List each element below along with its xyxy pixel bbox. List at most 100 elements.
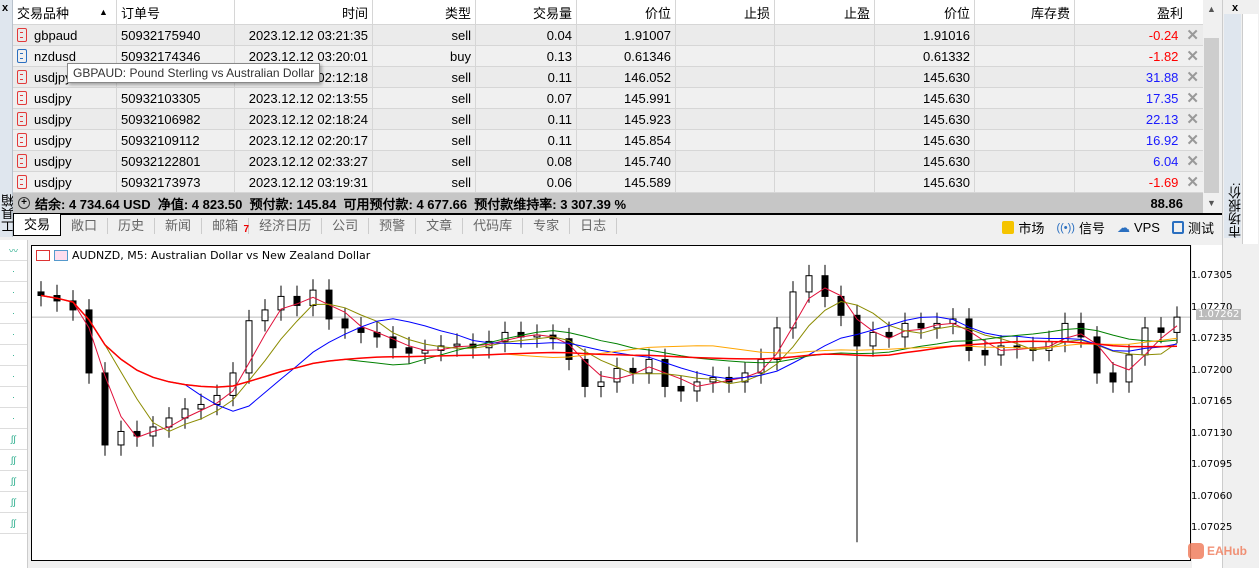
trade-table: 交易品种 ▲ 订单号 时间 类型 交易量 价位 止损 止盈 价位 库存费 盈利 g… [13, 0, 1203, 193]
col-order[interactable]: 订单号 [117, 0, 235, 24]
table-row[interactable]: usdjpy 50932103305 2023.12.12 02:13:55 sell… [13, 88, 1203, 109]
tab-label: 文章 [426, 218, 453, 233]
tab-3[interactable]: 新闻 [155, 218, 203, 234]
col-sl[interactable]: 止损 [676, 0, 775, 24]
table-row[interactable]: usdjpy 50932173973 2023.12.12 03:19:31 sell… [13, 172, 1203, 193]
market-watch-close-button[interactable]: x [1232, 2, 1238, 14]
scroll-down-icon[interactable]: ▼ [1207, 198, 1216, 208]
candle-body [197, 403, 205, 410]
close-order-button[interactable]: ✕ [1186, 131, 1199, 149]
cell-type: sell [373, 151, 476, 171]
cell-time: 2023.12.12 02:20:17 [235, 130, 373, 150]
moving-average-line-5 [40, 295, 1178, 433]
cell-volume: 0.11 [476, 109, 577, 129]
expert-icon[interactable]: ∫∫ [0, 492, 27, 513]
table-scrollbar[interactable]: ▲ ▼ [1203, 0, 1220, 213]
market-button[interactable]: 市场 [1002, 218, 1044, 237]
close-order-button[interactable]: ✕ [1186, 68, 1199, 86]
toolbar-slot[interactable]: · [0, 261, 27, 282]
toolbar-slot[interactable]: · [0, 303, 27, 324]
table-row[interactable]: gbpaud 50932175940 2023.12.12 03:21:35 sell… [13, 25, 1203, 46]
tab-11[interactable]: 日志 [570, 218, 618, 234]
volume-value: 0.06 [546, 174, 572, 190]
col-symbol[interactable]: 交易品种 ▲ [13, 0, 117, 24]
toolbar-slot[interactable]: · [0, 345, 27, 366]
expert-icon[interactable]: ∫∫ [0, 513, 27, 534]
chart-type-icon[interactable] [54, 250, 68, 261]
close-order-button[interactable]: ✕ [1186, 173, 1199, 191]
expert-icon[interactable]: ∫∫ [0, 450, 27, 471]
tab-label: 交易 [24, 217, 51, 232]
toolbox-close-button[interactable]: x [2, 2, 8, 14]
candle-body [629, 367, 637, 374]
tab-6[interactable]: 公司 [322, 218, 370, 234]
table-row[interactable]: usdjpy 50932106982 2023.12.12 02:18:24 sell… [13, 109, 1203, 130]
tester-button[interactable]: 测试 [1171, 218, 1214, 237]
profit-value: -1.69 [1148, 174, 1179, 190]
candle-body [405, 347, 413, 354]
toolbox-tabs: 交易 敞口 历史 新闻 邮箱 7 经济日历 公司 预警 文章 代码库 专家 日志 市场 ((•)) 信号 … [13, 213, 1222, 237]
tab-5[interactable]: 经济日历 [249, 218, 323, 234]
cell-order: 50932175940 [117, 25, 235, 45]
table-row[interactable]: usdjpy 50932122801 2023.12.12 02:33:27 sell… [13, 151, 1203, 172]
close-order-button[interactable]: ✕ [1186, 89, 1199, 107]
col-volume[interactable]: 交易量 [476, 0, 577, 24]
tab-8[interactable]: 文章 [416, 218, 464, 234]
market-watch-panel: x 市场报价: 03:25:28 [1222, 0, 1259, 568]
market-watch-title-bar: 市场报价: 03:25:28 [1224, 14, 1259, 238]
tab-4[interactable]: 邮箱 7 [202, 218, 250, 235]
expert-icon[interactable]: ∫∫ [0, 471, 27, 492]
scroll-thumb[interactable] [1204, 38, 1219, 193]
close-order-button[interactable]: ✕ [1186, 47, 1199, 65]
tab-0[interactable]: 交易 [13, 214, 62, 236]
cell-swap [975, 25, 1075, 45]
tab-7[interactable]: 预警 [369, 218, 417, 234]
tab-1[interactable]: 敞口 [61, 218, 109, 234]
col-tp[interactable]: 止盈 [775, 0, 875, 24]
header-label: 交易品种 [17, 5, 70, 21]
candle-body [917, 322, 925, 329]
indicator-icon[interactable]: 〰 [0, 240, 27, 261]
volume-value: 0.11 [547, 69, 572, 85]
col-swap[interactable]: 库存费 [975, 0, 1075, 24]
cell-volume: 0.04 [476, 25, 577, 45]
col-time[interactable]: 时间 [235, 0, 373, 24]
signals-button[interactable]: ((•)) 信号 [1056, 218, 1105, 237]
toolbar-slot[interactable]: · [0, 366, 27, 387]
col-profit[interactable]: 盈利 [1075, 0, 1203, 24]
close-order-button[interactable]: ✕ [1186, 110, 1199, 128]
toolbar-slot[interactable]: · [0, 282, 27, 303]
tab-2[interactable]: 历史 [108, 218, 156, 234]
scroll-up-icon[interactable]: ▲ [1207, 4, 1216, 14]
profit-value: -0.24 [1148, 27, 1179, 43]
close-order-button[interactable]: ✕ [1186, 26, 1199, 44]
close-order-button[interactable]: ✕ [1186, 152, 1199, 170]
cell-type: sell [373, 130, 476, 150]
cell-price: 145.630 [875, 67, 975, 87]
sort-asc-icon: ▲ [99, 7, 108, 17]
candle-body [1157, 327, 1165, 333]
list-icon[interactable] [36, 250, 50, 261]
cell-type: sell [373, 88, 476, 108]
toolbar-slot[interactable]: · [0, 324, 27, 345]
expert-icon[interactable]: ∫∫ [0, 429, 27, 450]
vps-button[interactable]: ☁ VPS [1117, 218, 1160, 237]
sell-order-icon [17, 91, 27, 105]
cell-sl [676, 151, 775, 171]
toolbar-slot[interactable]: · [0, 387, 27, 408]
price-value: 145.630 [923, 90, 970, 106]
col-open-price[interactable]: 价位 [577, 0, 676, 24]
col-price[interactable]: 价位 [875, 0, 975, 24]
volume-value: 0.04 [546, 27, 572, 43]
cell-open: 1.91007 [577, 25, 676, 45]
market-watch-list[interactable] [1242, 14, 1258, 244]
cell-swap [975, 88, 1075, 108]
expand-icon[interactable]: + [18, 197, 30, 209]
table-row[interactable]: usdjpy 50932109112 2023.12.12 02:20:17 sell… [13, 130, 1203, 151]
tab-10[interactable]: 专家 [523, 218, 571, 234]
col-type[interactable]: 类型 [373, 0, 476, 24]
toolbar-slot[interactable]: · [0, 408, 27, 429]
tab-9[interactable]: 代码库 [463, 218, 524, 234]
moving-average-line-50 [40, 294, 1178, 388]
price-chart[interactable] [31, 245, 1191, 561]
